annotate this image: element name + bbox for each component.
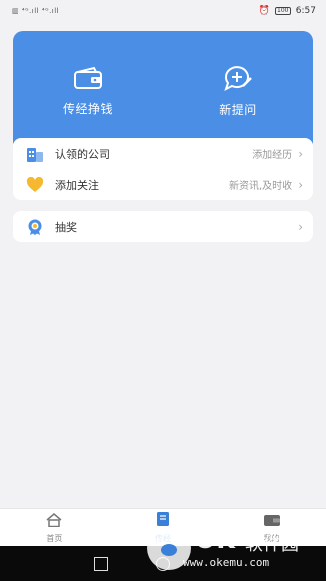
battery-icon: 100	[274, 7, 291, 15]
menu-group-1: 认领的公司 添加经历 › 添加关注 新资讯,及时收 ›	[13, 138, 313, 200]
new-question-button[interactable]: 新提问	[163, 31, 313, 152]
home-icon	[45, 512, 63, 531]
new-question-label: 新提问	[219, 103, 257, 117]
bottom-tab-bar: 首页 传经 我的	[0, 508, 326, 546]
menu-group-2: 抽奖 ›	[13, 211, 313, 242]
award-icon	[25, 217, 45, 237]
heart-icon	[25, 175, 45, 195]
home-button[interactable]	[156, 556, 170, 571]
clock-time: 6:57	[295, 6, 316, 16]
building-icon	[25, 144, 45, 164]
list-item-add-follow[interactable]: 添加关注 新资讯,及时收 ›	[13, 169, 313, 200]
tab-chuanjing[interactable]: 传经	[109, 509, 218, 546]
status-bar: ▥ ⁴ᴳ.ıll ⁴ᴳ.ıll ⏰ 100 6:57	[0, 0, 326, 22]
row-label: 抽奖	[55, 220, 77, 234]
chat-add-icon	[223, 65, 253, 91]
list-item-lottery[interactable]: 抽奖 ›	[13, 211, 313, 242]
row-value: 新资讯,及时收	[229, 181, 293, 192]
tab-mine[interactable]: 我的	[217, 509, 326, 546]
chevron-right-icon: ›	[298, 177, 303, 192]
chevron-right-icon: ›	[298, 146, 303, 161]
tab-home[interactable]: 首页	[0, 509, 109, 546]
tab-label: 首页	[46, 533, 63, 543]
signal-indicators: ▥ ⁴ᴳ.ıll ⁴ᴳ.ıll	[12, 7, 59, 15]
row-value: 添加经历	[252, 150, 293, 161]
battery-level: 100	[277, 7, 289, 14]
row-label: 添加关注	[55, 178, 99, 192]
tab-label: 传经	[155, 534, 171, 543]
book-icon	[154, 511, 172, 531]
list-item-claimed-company[interactable]: 认领的公司 添加经历 ›	[13, 138, 313, 169]
back-button[interactable]	[218, 557, 232, 571]
alarm-icon: ⏰	[258, 6, 270, 16]
status-right: ⏰ 100 6:57	[259, 6, 316, 16]
chevron-right-icon: ›	[298, 219, 303, 234]
wallet-icon	[73, 66, 103, 90]
hero-card: 传经挣钱 新提问	[13, 31, 313, 152]
system-nav-bar	[0, 546, 326, 581]
earn-button[interactable]: 传经挣钱	[13, 31, 163, 152]
app-screen: ▥ ⁴ᴳ.ıll ⁴ᴳ.ıll ⏰ 100 6:57 传经挣钱 新提问 认领的公…	[0, 0, 326, 581]
wallet-icon	[263, 512, 281, 531]
row-label: 认领的公司	[55, 147, 110, 161]
recent-apps-button[interactable]	[94, 556, 108, 571]
tab-label: 我的	[263, 533, 280, 543]
earn-label: 传经挣钱	[62, 102, 113, 116]
signal-icon: ▥ ⁴ᴳ.ıll ⁴ᴳ.ıll	[12, 7, 60, 15]
